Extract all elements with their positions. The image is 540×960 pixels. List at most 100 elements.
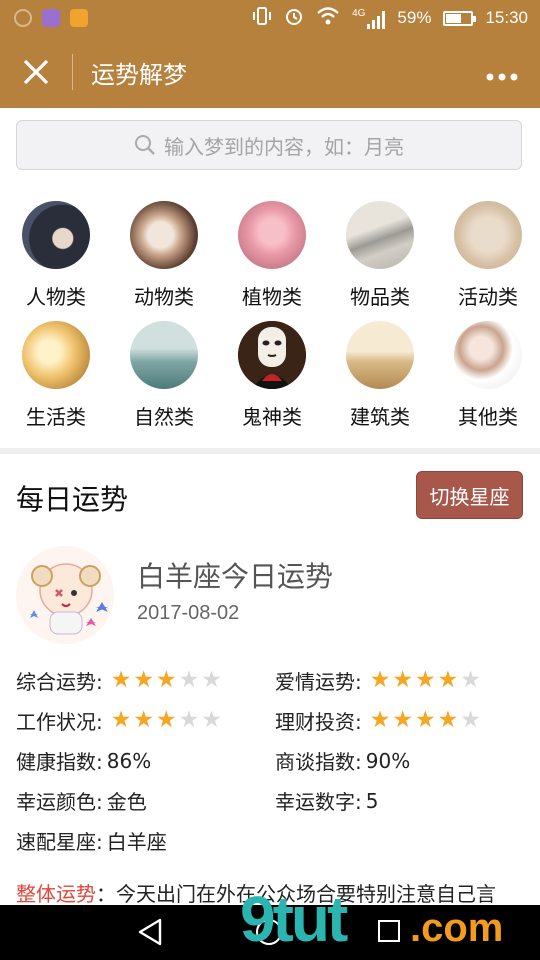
lucky-color-value: 金色 (106, 790, 147, 814)
close-button[interactable] (0, 36, 72, 108)
category-label: 生活类 (26, 405, 86, 429)
star-filled-icon: ★ (392, 707, 413, 733)
rating-finance: 理财投资: ★ ★ ★ ★ ★ (275, 706, 481, 735)
lucky-number-label: 幸运数字: (275, 790, 362, 814)
search-bar[interactable]: 输入梦到的内容，如：月亮 (16, 120, 522, 170)
rating-label: 理财投资: (275, 710, 362, 734)
business-label: 商谈指数: (275, 750, 362, 774)
category-buildings[interactable]: 建筑类 (326, 321, 434, 430)
category-objects[interactable]: 物品类 (326, 201, 434, 310)
sleep-photo-icon (454, 321, 522, 389)
battery-icon (443, 10, 477, 26)
battery-fill (446, 13, 461, 23)
star-filled-icon: ★ (437, 707, 459, 733)
star-filled-icon: ★ (437, 667, 459, 693)
more-button[interactable] (486, 55, 518, 90)
overall-key: 整体运势 (16, 882, 96, 906)
notification-icons (14, 9, 88, 27)
star-filled-icon: ★ (415, 707, 436, 733)
category-label: 建筑类 (350, 405, 410, 429)
daily-section-title: 每日运势 (16, 483, 129, 516)
star-empty-icon: ★ (178, 707, 200, 733)
star-empty-icon: ★ (178, 667, 200, 693)
star-filled-icon: ★ (110, 707, 132, 733)
category-nature[interactable]: 自然类 (110, 321, 218, 430)
category-life[interactable]: 生活类 (2, 321, 110, 430)
star-empty-icon: ★ (201, 667, 222, 693)
rating-work: 工作状况: ★ ★ ★ ★ ★ (16, 706, 222, 735)
star-empty-icon: ★ (460, 667, 481, 693)
shop-notification-icon (70, 9, 88, 27)
star-filled-icon: ★ (133, 707, 154, 733)
animal-photo-icon (130, 201, 198, 269)
switch-sign-button[interactable]: 切换星座 (416, 471, 523, 519)
object-photo-icon (346, 201, 414, 269)
title-divider (72, 54, 73, 90)
category-people[interactable]: 人物类 (2, 201, 110, 310)
status-bar: 4G 59% 15:30 (0, 0, 540, 36)
sign-title: 白羊座今日运势 (137, 560, 334, 593)
wifi-icon (316, 6, 340, 31)
app-notification-icon (14, 9, 32, 27)
category-animals[interactable]: 动物类 (110, 201, 218, 310)
overall-text: ：今天出门在外在公众场合要特别注意自己言 (96, 882, 496, 906)
star-rating: ★ ★ ★ ★ ★ (111, 709, 222, 732)
category-plants[interactable]: 植物类 (218, 201, 326, 310)
page-title: 运势解梦 (91, 60, 187, 89)
activity-sketch-icon (454, 201, 522, 269)
category-label: 动物类 (134, 285, 194, 309)
more-dots-icon (486, 73, 518, 80)
life-photo-icon (22, 321, 90, 389)
star-filled-icon: ★ (369, 667, 391, 693)
match-value: 白羊座 (106, 830, 167, 854)
star-rating: ★ ★ ★ ★ ★ (111, 669, 222, 692)
star-empty-icon: ★ (201, 707, 222, 733)
rating-label: 工作状况: (16, 710, 103, 734)
lucky-number: 幸运数字: 5 (275, 786, 378, 815)
alarm-icon (284, 6, 304, 31)
star-filled-icon: ★ (156, 667, 177, 693)
back-icon[interactable] (136, 917, 164, 947)
recent-apps-icon[interactable] (378, 920, 400, 942)
rating-label: 综合运势: (16, 670, 103, 694)
category-label: 自然类 (134, 405, 194, 429)
signal-icon (367, 10, 386, 29)
search-icon (135, 135, 155, 155)
nature-photo-icon (130, 321, 198, 389)
ghost-mask-icon (238, 321, 306, 389)
category-label: 植物类 (242, 285, 302, 309)
vibrate-icon (252, 6, 272, 31)
category-ghosts[interactable]: 鬼神类 (218, 321, 326, 430)
gallery-notification-icon (42, 9, 60, 27)
star-filled-icon: ★ (133, 667, 154, 693)
category-label: 物品类 (350, 285, 410, 309)
lucky-color: 幸运颜色: 金色 (16, 786, 147, 815)
star-filled-icon: ★ (156, 707, 177, 733)
star-filled-icon: ★ (369, 707, 391, 733)
search-input[interactable]: 输入梦到的内容，如：月亮 (16, 120, 522, 170)
network-type: 4G (352, 7, 366, 19)
home-icon[interactable] (256, 919, 282, 945)
category-label: 其他类 (458, 405, 518, 429)
close-icon (23, 59, 49, 85)
health-value: 86% (106, 748, 152, 773)
category-others[interactable]: 其他类 (434, 321, 540, 430)
section-divider (0, 448, 540, 454)
category-activities[interactable]: 活动类 (434, 201, 540, 310)
match-label: 速配星座: (16, 830, 103, 854)
star-filled-icon: ★ (392, 667, 413, 693)
person-photo-icon (22, 201, 90, 269)
title-bar: 运势解梦 (0, 36, 540, 108)
category-label: 鬼神类 (242, 405, 302, 429)
search-placeholder: 输入梦到的内容，如：月亮 (164, 134, 404, 159)
building-photo-icon (346, 321, 414, 389)
star-filled-icon: ★ (415, 667, 436, 693)
health-index: 健康指数: 86% (16, 746, 151, 775)
rating-label: 爱情运势: (275, 670, 362, 694)
star-empty-icon: ★ (460, 707, 481, 733)
star-filled-icon: ★ (110, 667, 132, 693)
health-label: 健康指数: (16, 750, 103, 774)
rating-love: 爱情运势: ★ ★ ★ ★ ★ (275, 666, 481, 695)
lucky-number-value: 5 (365, 788, 379, 813)
category-label: 活动类 (458, 285, 518, 309)
